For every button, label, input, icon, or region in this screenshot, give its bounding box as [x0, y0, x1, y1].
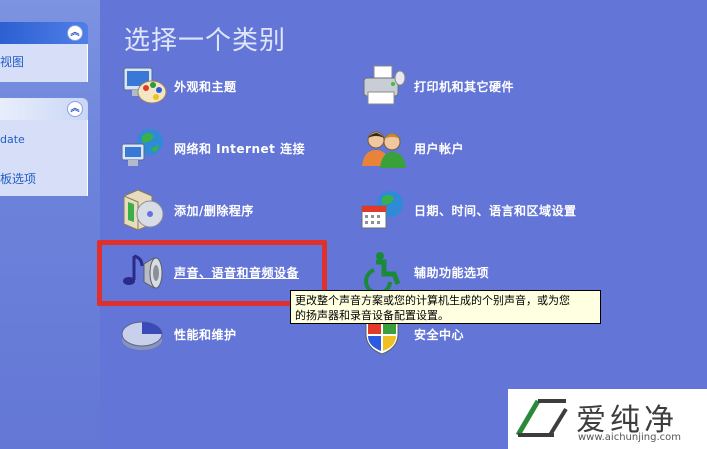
category-label: 安全中心: [414, 327, 465, 342]
watermark-url: www.aichunjing.com: [578, 432, 681, 443]
category-label: 打印机和其它硬件: [414, 79, 515, 94]
category-add-remove-programs[interactable]: 添加/删除程序: [120, 188, 254, 232]
tooltip-line-1: 更改整个声音方案或您的计算机生成的个别声音，或为您: [295, 294, 570, 307]
category-printers[interactable]: 打印机和其它硬件: [360, 64, 514, 108]
task-pane-link-update[interactable]: date: [0, 133, 25, 146]
task-pane: ︽ 视图 ︽ date 板选项: [0, 0, 100, 449]
tooltip-line-2: 的扬声器和录音设备配置设置。: [295, 309, 449, 322]
category-accessibility[interactable]: 辅助功能选项: [360, 250, 489, 294]
page-title: 选择一个类别: [124, 26, 287, 56]
task-pane-body-2: date 板选项: [0, 120, 88, 196]
printer-icon: [363, 65, 406, 105]
category-appearance[interactable]: 外观和主题: [120, 64, 237, 108]
category-label: 网络和 Internet 连接: [174, 141, 306, 156]
accessibility-icon: [364, 252, 401, 294]
appearance-icon: [123, 67, 167, 104]
category-user-accounts[interactable]: 用户帐户: [360, 126, 464, 170]
category-label: 日期、时间、语言和区域设置: [414, 203, 577, 218]
category-label: 性能和维护: [174, 327, 237, 342]
category-label: 用户帐户: [414, 141, 465, 156]
category-label: 辅助功能选项: [414, 265, 490, 280]
task-pane-link-options[interactable]: 板选项: [0, 170, 36, 187]
collapse-icon[interactable]: ︽: [67, 101, 83, 117]
task-pane-header-2[interactable]: ︽: [0, 98, 88, 120]
task-pane-body-1: 视图: [0, 44, 88, 82]
category-date-time-language[interactable]: 日期、时间、语言和区域设置: [360, 188, 577, 232]
category-label: 添加/删除程序: [174, 203, 254, 218]
user-accounts-icon: [362, 131, 406, 168]
task-pane-header-1[interactable]: ︽: [0, 22, 88, 44]
task-pane-link-view[interactable]: 视图: [0, 53, 24, 70]
category-label: 外观和主题: [174, 79, 237, 94]
collapse-icon[interactable]: ︽: [67, 25, 83, 41]
performance-icon: [121, 321, 163, 350]
watermark-logo-icon: [515, 399, 568, 437]
tooltip: 更改整个声音方案或您的计算机生成的个别声音，或为您 的扬声器和录音设备配置设置。: [290, 290, 601, 324]
network-icon: [121, 129, 163, 166]
date-time-icon: [361, 191, 403, 229]
category-performance-maintenance[interactable]: 性能和维护: [120, 312, 237, 356]
watermark: 爱纯净 www.aichunjing.com: [508, 389, 707, 449]
category-network[interactable]: 网络和 Internet 连接: [120, 126, 305, 170]
add-remove-programs-icon: [123, 189, 164, 231]
